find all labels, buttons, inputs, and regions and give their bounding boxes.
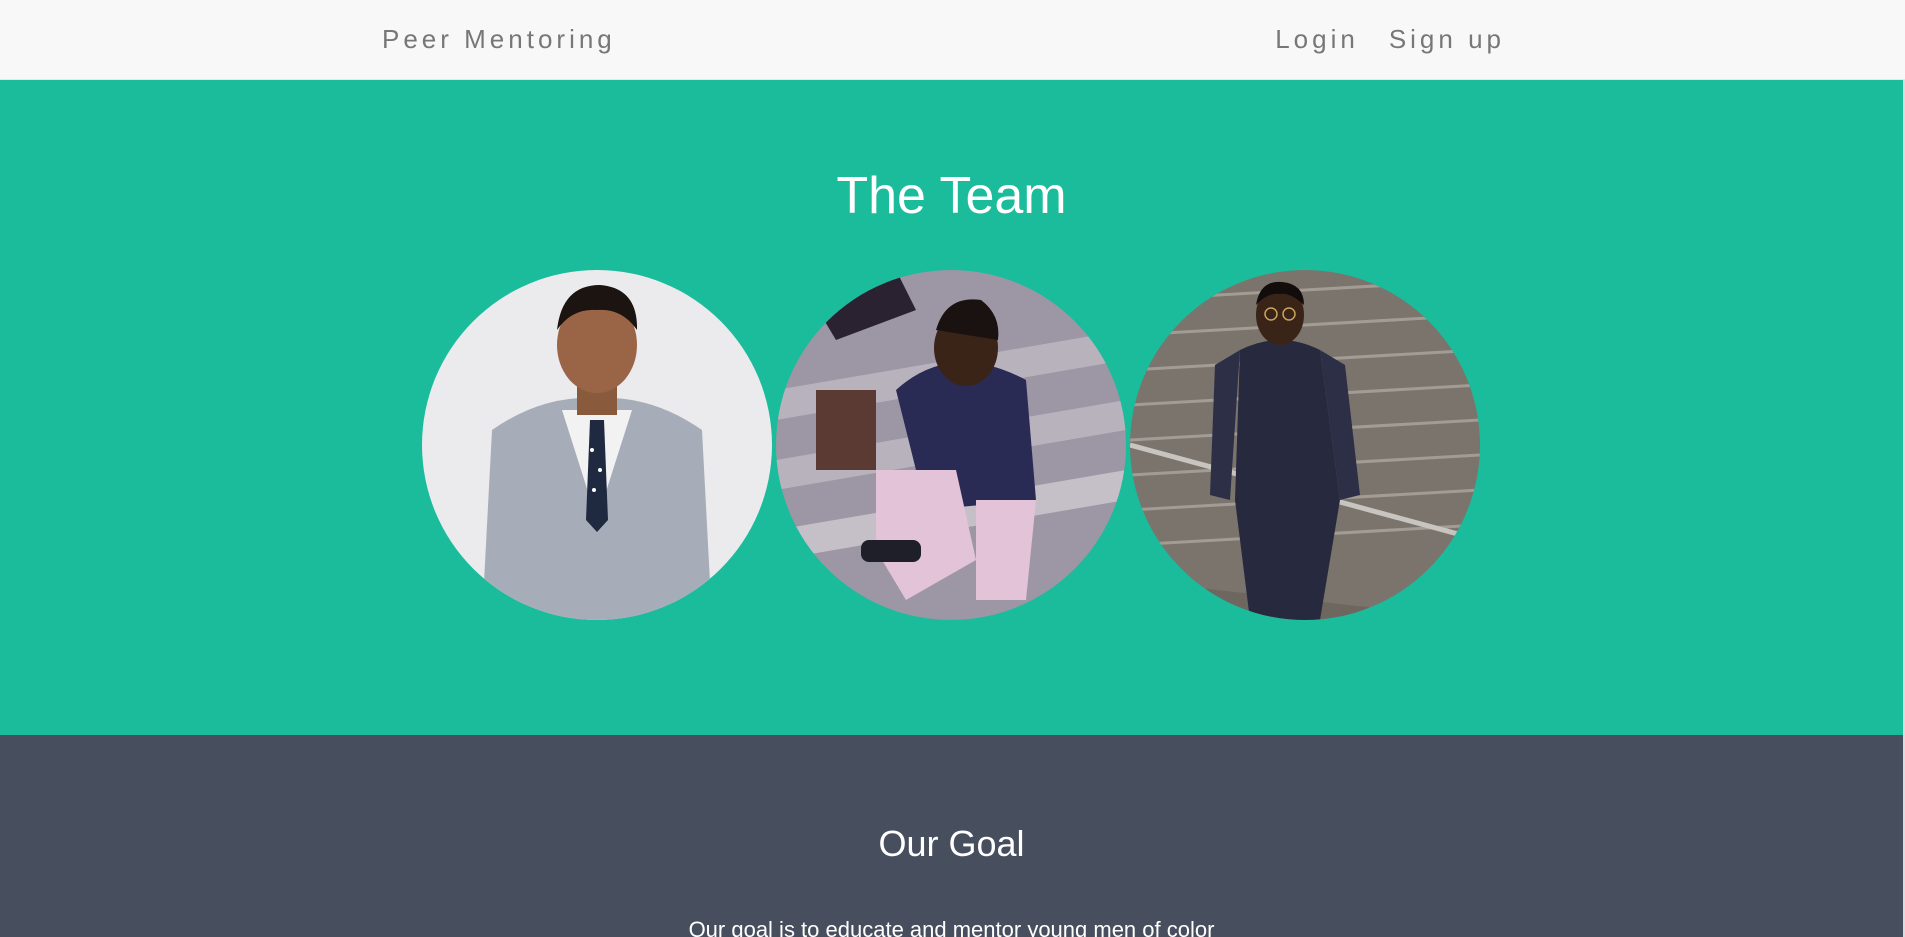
- team-member-photo-1: [422, 270, 772, 620]
- login-link[interactable]: Login: [1275, 24, 1359, 55]
- brand-link[interactable]: Peer Mentoring: [382, 24, 616, 55]
- team-title: The Team: [836, 167, 1067, 225]
- goal-title: Our Goal: [878, 823, 1025, 864]
- team-section: The Team: [0, 80, 1903, 735]
- team-avatars: [422, 270, 1482, 622]
- signup-link[interactable]: Sign up: [1389, 24, 1505, 55]
- nav-links: Login Sign up: [1275, 24, 1505, 55]
- goal-text: Our goal is to educate and mentor young …: [688, 917, 1215, 937]
- navbar: Peer Mentoring Login Sign up: [0, 0, 1905, 80]
- team-member-photo-3: [1130, 270, 1480, 620]
- goal-section: Our Goal Our goal is to educate and ment…: [0, 735, 1903, 937]
- team-member-photo-2: [776, 270, 1126, 620]
- page: Peer Mentoring Login Sign up The Team Ou…: [0, 0, 1905, 937]
